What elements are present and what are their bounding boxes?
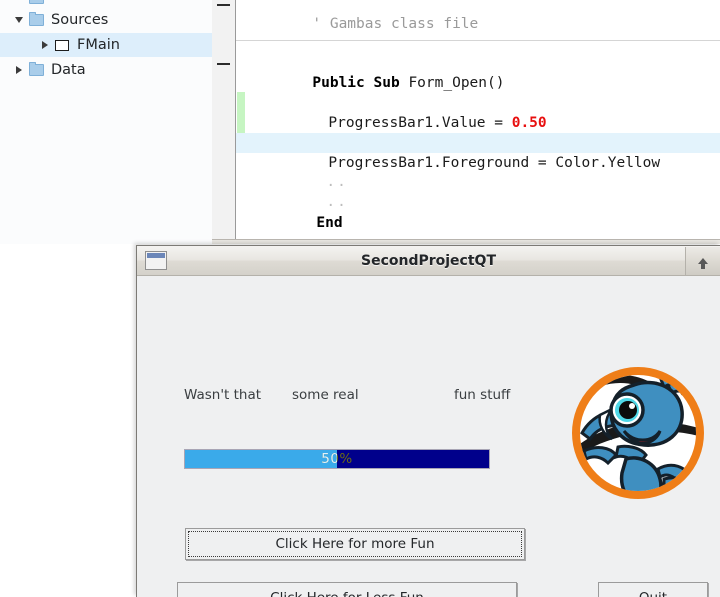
up-arrow-icon	[698, 258, 708, 269]
secondprojectqt-window[interactable]: SecondProjectQT Wasn't that some real fu…	[136, 245, 720, 597]
folder-icon	[26, 0, 46, 4]
less-fun-button-label: Click Here for Less Fun	[270, 590, 424, 597]
fold-marker-icon[interactable]	[217, 63, 230, 65]
label-fun-stuff: fun stuff	[454, 387, 511, 403]
tree-item-label: FMain	[77, 37, 120, 53]
gambas-mascot-icon	[568, 363, 708, 503]
focus-ring	[188, 531, 522, 557]
window-titlebar[interactable]: SecondProjectQT	[137, 246, 720, 276]
code-line-comment: ' Gambas class file	[312, 16, 479, 32]
tree-item-fmain[interactable]: FMain	[0, 33, 212, 57]
window-client-area: Wasn't that some real fun stuff 50% 50%	[137, 277, 720, 597]
more-fun-button[interactable]: Click Here for more Fun	[185, 528, 525, 560]
code-line-dots: ..	[326, 174, 348, 190]
code-line-dots: ..	[326, 194, 348, 210]
chevron-down-icon[interactable]	[12, 17, 26, 23]
chevron-right-icon[interactable]	[38, 41, 52, 49]
code-line-progressbar-background: ProgressBar1.Background = Color.DarkBlue	[236, 113, 720, 151]
tree-item-label: Data	[51, 62, 86, 78]
tree-item-data[interactable]: Data	[0, 58, 212, 82]
tree-item-sources[interactable]: Sources	[0, 8, 212, 32]
code-line-progressbar-value: ProgressBar1.Value = 0.50	[328, 115, 547, 131]
progressbar-value-text-overlay: 50%	[185, 450, 337, 468]
progressbar1[interactable]: 50% 50%	[184, 449, 490, 469]
code-line-end: End	[316, 215, 343, 231]
chevron-right-icon[interactable]	[12, 66, 26, 74]
tree-item-label: Sources	[51, 12, 109, 28]
label-wasnt-that: Wasn't that	[184, 387, 262, 403]
editor-section-divider	[236, 40, 720, 41]
label-some-real: some real	[292, 387, 359, 403]
window-title: SecondProjectQT	[360, 253, 496, 269]
window-shade-button[interactable]	[685, 247, 720, 275]
editor-gutter[interactable]	[212, 0, 236, 244]
folder-icon	[26, 12, 46, 26]
code-line-progressbar-foreground: ProgressBar1.Foreground = Color.Yellow	[236, 133, 720, 171]
project-tree[interactable]: Sources FMain Data	[0, 0, 212, 244]
quit-button[interactable]: Quit	[598, 582, 708, 597]
folder-icon	[26, 62, 46, 76]
less-fun-button[interactable]: Click Here for Less Fun	[177, 582, 517, 597]
quit-button-label: Quit	[639, 590, 667, 597]
code-line-sub-header: Public Sub Form_Open()	[312, 75, 505, 91]
code-editor[interactable]: ' Gambas class file Public Sub Form_Open…	[212, 0, 720, 244]
editor-bottom-edge	[212, 239, 720, 244]
form-icon	[52, 39, 72, 51]
fold-marker-icon[interactable]	[217, 4, 230, 6]
progressbar-value-text-inverted: 50%	[321, 451, 337, 467]
